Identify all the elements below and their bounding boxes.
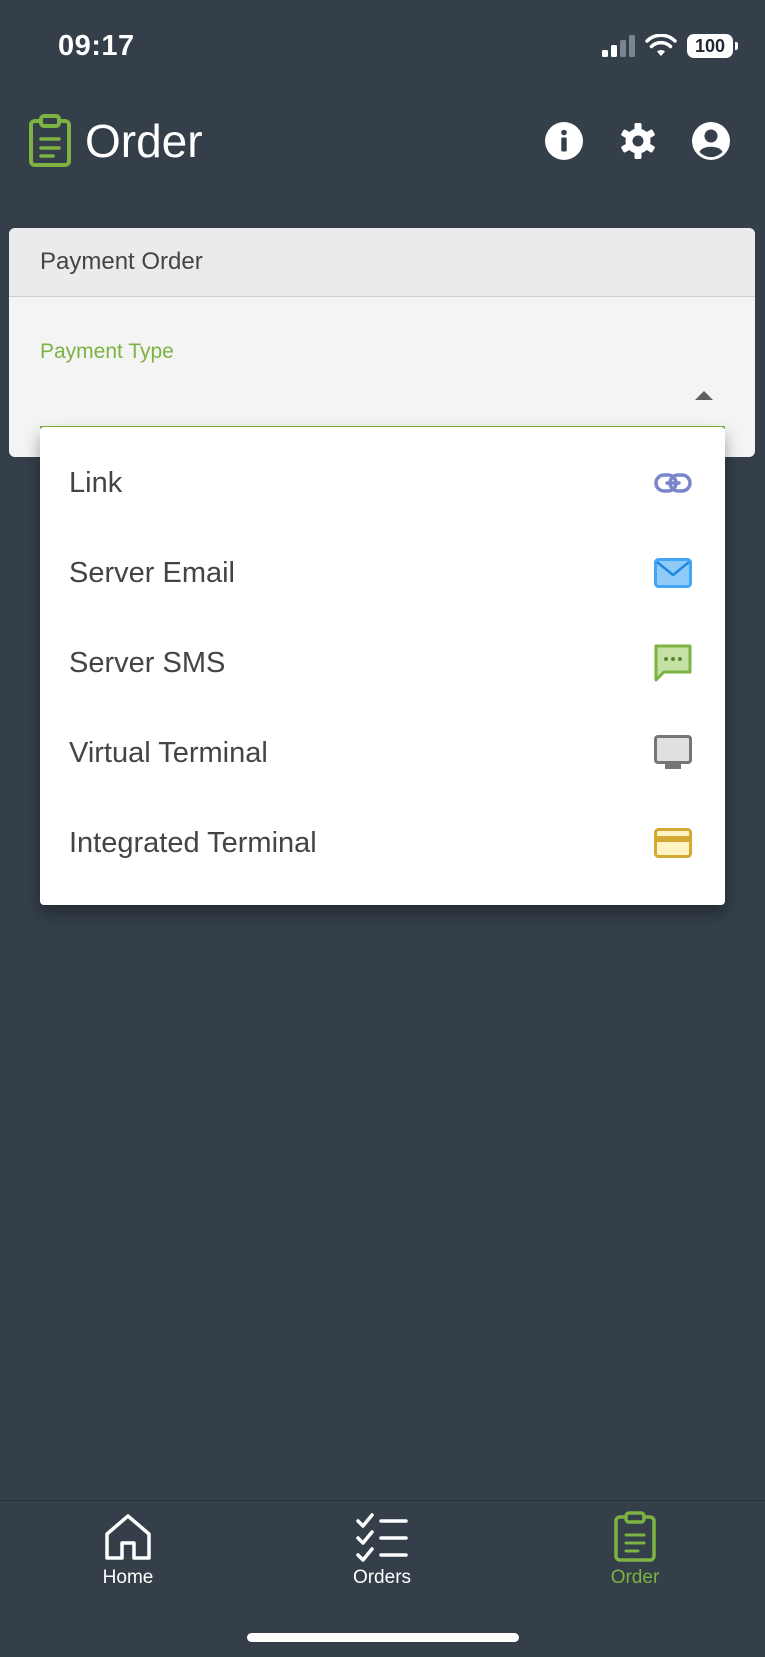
- signal-icon: [602, 35, 635, 57]
- menu-item-server-sms[interactable]: Server SMS: [40, 618, 725, 708]
- battery-indicator: 100: [687, 34, 738, 58]
- menu-item-virtual-terminal[interactable]: Virtual Terminal: [40, 708, 725, 798]
- email-icon: [653, 553, 693, 593]
- info-button[interactable]: [543, 120, 585, 162]
- home-indicator[interactable]: [247, 1633, 519, 1642]
- info-icon: [545, 122, 583, 160]
- wifi-icon: [645, 34, 677, 56]
- payment-type-label: Payment Type: [40, 340, 174, 363]
- account-icon: [692, 122, 730, 160]
- nav-label: Home: [102, 1567, 154, 1588]
- payment-type-menu: Link Server Email Server SMS Virtual Ter…: [40, 427, 725, 905]
- nav-item-home[interactable]: Home: [68, 1511, 188, 1589]
- settings-button[interactable]: [617, 120, 659, 162]
- card-title: Payment Order: [9, 228, 755, 297]
- menu-item-label: Link: [69, 466, 123, 499]
- nav-label: Order: [610, 1567, 660, 1588]
- page-title: Order: [85, 115, 203, 167]
- menu-item-integrated-terminal[interactable]: Integrated Terminal: [40, 798, 725, 888]
- clipboard-icon: [614, 1511, 656, 1562]
- menu-item-label: Server SMS: [69, 646, 226, 679]
- menu-item-server-email[interactable]: Server Email: [40, 528, 725, 618]
- dropdown-arrow-up-icon[interactable]: [695, 391, 713, 400]
- sms-icon: [653, 643, 693, 683]
- status-icons: 100: [601, 34, 738, 58]
- home-icon: [105, 1514, 151, 1560]
- status-time: 09:17: [58, 30, 135, 62]
- menu-item-label: Virtual Terminal: [69, 736, 268, 769]
- checklist-icon: [356, 1513, 408, 1562]
- app-screen: 09:17 100 Order Payment Order Payment Ty…: [0, 0, 765, 1657]
- gear-icon: [621, 123, 655, 159]
- nav-item-order[interactable]: Order: [575, 1511, 695, 1589]
- link-icon: [653, 463, 693, 503]
- monitor-icon: [653, 733, 693, 773]
- nav-label: Orders: [352, 1567, 412, 1588]
- account-button[interactable]: [690, 120, 732, 162]
- menu-item-label: Server Email: [69, 556, 235, 589]
- clipboard-icon: [28, 114, 72, 173]
- menu-item-label: Integrated Terminal: [69, 826, 317, 859]
- card-icon: [653, 823, 693, 863]
- payment-order-card: Payment Order Payment Type: [9, 228, 755, 457]
- nav-item-orders[interactable]: Orders: [322, 1511, 442, 1589]
- menu-item-link[interactable]: Link: [40, 438, 725, 528]
- app-header: Order: [0, 108, 765, 178]
